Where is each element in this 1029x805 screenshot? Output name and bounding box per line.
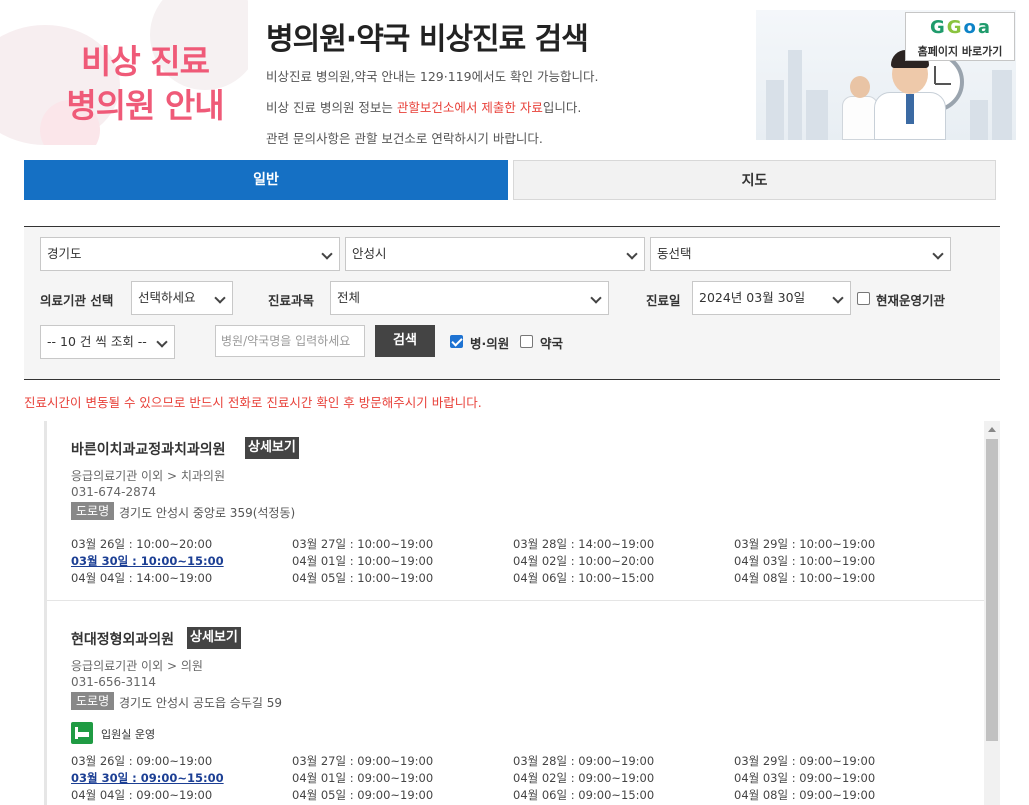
chevron-down-icon xyxy=(932,248,944,260)
hours-grid: 03월 26일 : 10:00~20:00 03월 27일 : 10:00~19:… xyxy=(71,536,971,587)
detail-button[interactable]: 상세보기 xyxy=(245,437,299,459)
hours-cell: 04월 02일 : 09:00~19:00 xyxy=(513,771,655,785)
homepage-link-button[interactable]: GGoa 홈페이지 바로가기 xyxy=(905,12,1015,61)
hours-cell: 04월 06일 : 09:00~15:00 xyxy=(513,788,655,802)
institution-label: 의료기관 선택 xyxy=(40,293,114,308)
city-select[interactable]: 안성시 xyxy=(345,237,645,271)
province-select[interactable]: 경기도 xyxy=(40,237,340,271)
hero-line2: 병의원 안내 xyxy=(66,86,224,125)
info-line-1: 비상진료 병의원,약국 안내는 129·119에서도 확인 가능합니다. xyxy=(266,69,599,84)
scroll-up-icon[interactable] xyxy=(988,427,996,432)
hospital-category: 응급의료기관 이외 > 치과의원 xyxy=(71,469,225,483)
hospital-address: 경기도 안성시 공도읍 승두길 59 xyxy=(119,696,283,710)
hours-cell: 03월 26일 : 09:00~19:00 xyxy=(71,754,213,768)
chevron-down-icon xyxy=(590,292,602,304)
hospital-address: 경기도 안성시 중앙로 359(석정동) xyxy=(119,506,296,520)
hours-cell: 04월 05일 : 09:00~19:00 xyxy=(292,788,434,802)
search-panel: 경기도 안성시 동선택 의료기관 선택 선택하세요 진료과목 전체 진료일 20… xyxy=(24,226,1000,380)
hospital-phone: 031-656-3114 xyxy=(71,675,157,689)
keyword-input[interactable]: 병원/약국명을 입력하세요 xyxy=(215,325,365,357)
open-now-checkbox[interactable] xyxy=(857,292,870,305)
hospital-name: 현대정형외과의원 xyxy=(71,632,175,648)
chevron-down-icon xyxy=(156,336,168,348)
results-scrollbar[interactable] xyxy=(984,421,1000,805)
hours-cell: 04월 08일 : 09:00~19:00 xyxy=(734,788,876,802)
hero-line1: 비상 진료 xyxy=(81,42,210,81)
hours-cell: 04월 03일 : 10:00~19:00 xyxy=(734,554,876,568)
hospital-checkbox-label: 병·의원 xyxy=(470,336,510,351)
open-now-label: 현재운영기관 xyxy=(876,293,946,308)
hours-cell: 03월 26일 : 10:00~20:00 xyxy=(71,537,213,551)
hours-cell: 04월 04일 : 09:00~19:00 xyxy=(71,788,213,802)
list-item: 바른이치과교정과치과의원 상세보기 응급의료기관 이외 > 치과의원 031-6… xyxy=(47,421,985,601)
road-address-badge: 도로명 xyxy=(71,502,115,520)
chevron-down-icon xyxy=(214,292,226,304)
institution-select[interactable]: 선택하세요 xyxy=(131,281,233,315)
pharmacy-checkbox[interactable] xyxy=(520,335,533,348)
notice-text: 진료시간이 변동될 수 있으므로 반드시 전화로 진료시간 확인 후 방문해주시… xyxy=(24,395,482,410)
hospital-name: 바른이치과교정과치과의원 xyxy=(71,442,226,458)
hours-cell: 04월 04일 : 14:00~19:00 xyxy=(71,571,213,585)
ggoa-logo-icon: GGoa xyxy=(929,17,993,38)
hours-cell: 03월 28일 : 09:00~19:00 xyxy=(513,754,655,768)
scrollbar-thumb[interactable] xyxy=(986,439,998,741)
hours-cell-today: 03월 30일 : 09:00~15:00 xyxy=(71,771,224,785)
ward-label: 입원실 운영 xyxy=(101,728,156,741)
chevron-down-icon xyxy=(626,248,638,260)
hours-cell: 04월 08일 : 10:00~19:00 xyxy=(734,571,876,585)
info-line-2: 비상 진료 병의원 정보는 관할보건소에서 제출한 자료입니다. xyxy=(266,100,582,115)
tab-general[interactable]: 일반 xyxy=(24,160,508,200)
hours-cell: 04월 02일 : 10:00~20:00 xyxy=(513,554,655,568)
hospital-category: 응급의료기관 이외 > 의원 xyxy=(71,659,203,673)
dong-select[interactable]: 동선택 xyxy=(650,237,951,271)
page-header: 비상 진료 병의원 안내 병의원·약국 비상진료 검색 비상진료 병의원,약국 … xyxy=(0,0,1029,146)
hours-cell-today: 03월 30일 : 10:00~15:00 xyxy=(71,554,224,568)
results-list: 바른이치과교정과치과의원 상세보기 응급의료기관 이외 > 치과의원 031-6… xyxy=(24,421,1000,805)
dept-label: 진료과목 xyxy=(268,293,315,308)
tab-map[interactable]: 지도 xyxy=(513,160,996,200)
search-button[interactable]: 검색 xyxy=(375,325,435,357)
hero-title: 비상 진료 병의원 안내 xyxy=(40,40,248,128)
hospital-phone: 031-674-2874 xyxy=(71,485,157,499)
hours-cell: 03월 29일 : 10:00~19:00 xyxy=(734,537,876,551)
hours-cell: 03월 29일 : 09:00~19:00 xyxy=(734,754,876,768)
pharmacy-checkbox-label: 약국 xyxy=(540,336,564,351)
chevron-down-icon xyxy=(832,292,844,304)
page-size-select[interactable]: -- 10 건 씩 조회 -- xyxy=(40,325,175,359)
date-select[interactable]: 2024년 03월 30일 xyxy=(692,281,851,315)
hero-banner: 비상 진료 병의원 안내 xyxy=(0,0,248,145)
list-item: 현대정형외과의원 상세보기 응급의료기관 이외 > 의원 031-656-311… xyxy=(47,611,985,805)
hours-cell: 04월 01일 : 09:00~19:00 xyxy=(292,771,434,785)
chevron-down-icon xyxy=(321,248,333,260)
date-label: 진료일 xyxy=(646,293,681,308)
hours-cell: 03월 28일 : 14:00~19:00 xyxy=(513,537,655,551)
doctor-figure-main xyxy=(874,50,946,140)
hours-cell: 04월 03일 : 09:00~19:00 xyxy=(734,771,876,785)
hours-grid: 03월 26일 : 09:00~19:00 03월 27일 : 09:00~19:… xyxy=(71,753,971,804)
hours-cell: 04월 01일 : 10:00~19:00 xyxy=(292,554,434,568)
hours-cell: 04월 05일 : 10:00~19:00 xyxy=(292,571,434,585)
detail-button[interactable]: 상세보기 xyxy=(187,627,241,649)
dept-select[interactable]: 전체 xyxy=(330,281,609,315)
bed-icon xyxy=(71,722,93,744)
hospital-checkbox[interactable] xyxy=(450,335,463,348)
info-line-3: 관련 문의사항은 관할 보건소로 연락하시기 바랍니다. xyxy=(266,131,543,146)
road-address-badge: 도로명 xyxy=(71,692,115,710)
homepage-link-label: 홈페이지 바로가기 xyxy=(917,45,1003,58)
hours-cell: 04월 06일 : 10:00~15:00 xyxy=(513,571,655,585)
hours-cell: 03월 27일 : 10:00~19:00 xyxy=(292,537,434,551)
page-title: 병의원·약국 비상진료 검색 xyxy=(266,22,589,57)
hours-cell: 03월 27일 : 09:00~19:00 xyxy=(292,754,434,768)
